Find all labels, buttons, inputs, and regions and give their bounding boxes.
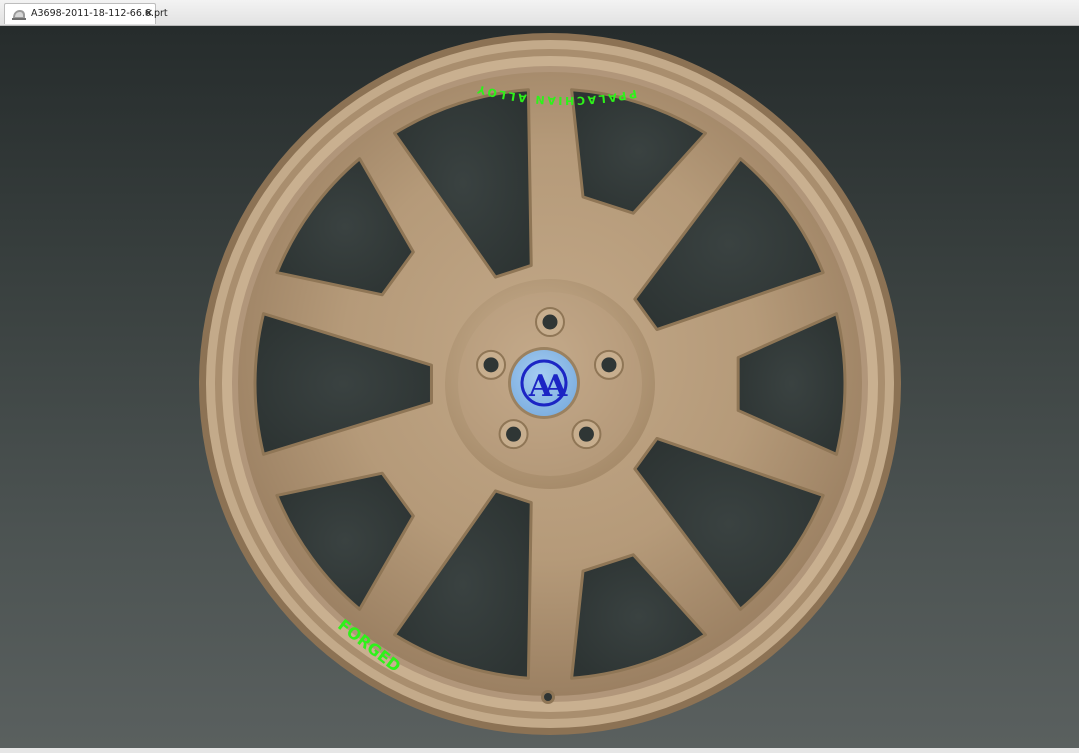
document-tab-bar: A3698-2011-18-112-66.6.prt × bbox=[0, 0, 1079, 26]
lug-hole bbox=[542, 314, 558, 330]
part-file-icon bbox=[12, 10, 26, 20]
lug-hole bbox=[506, 426, 522, 442]
valve-hole bbox=[541, 690, 555, 704]
3d-viewport[interactable]: AA APPALACHIAN ALLOYS FORGED bbox=[0, 26, 1079, 748]
lug-hole bbox=[483, 357, 499, 373]
lug-hole bbox=[601, 357, 617, 373]
document-tab[interactable]: A3698-2011-18-112-66.6.prt × bbox=[4, 3, 168, 24]
wheel-model[interactable]: AA APPALACHIAN ALLOYS FORGED bbox=[0, 26, 1079, 748]
center-cap: AA bbox=[508, 347, 580, 419]
lug-hole bbox=[578, 426, 594, 442]
close-icon[interactable]: × bbox=[144, 6, 153, 19]
status-strip bbox=[0, 748, 1079, 753]
